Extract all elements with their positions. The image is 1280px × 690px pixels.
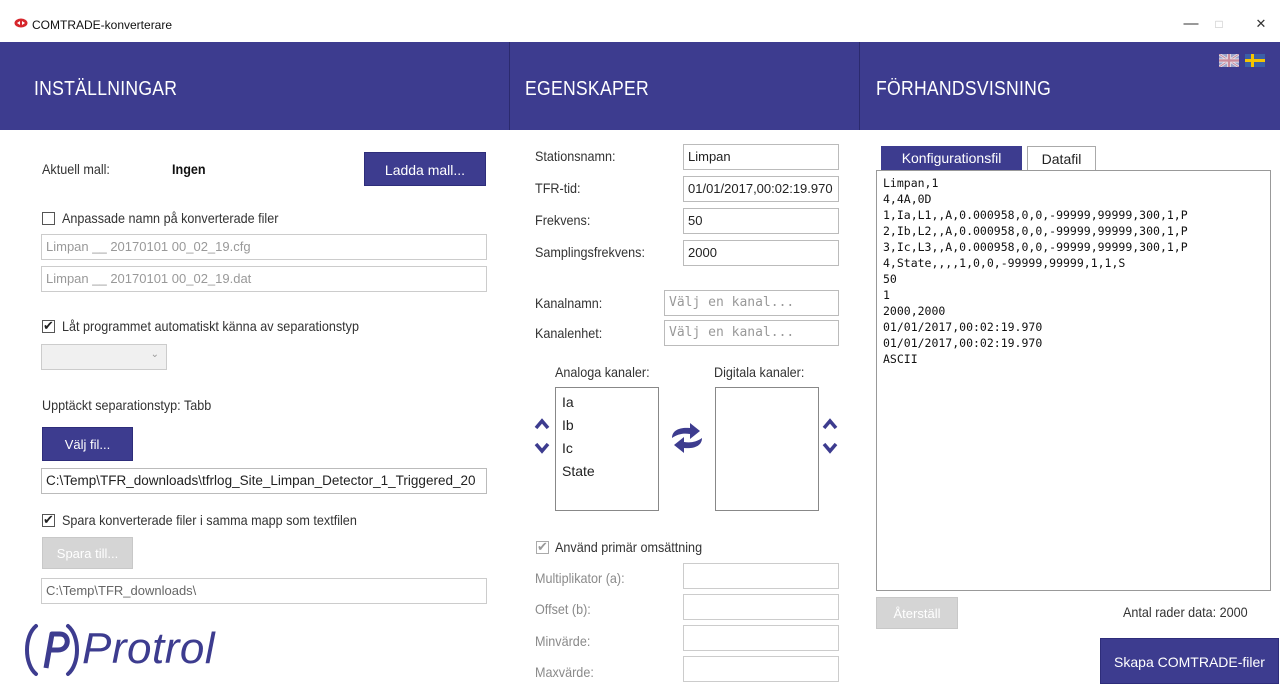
list-item[interactable]: Ic <box>556 437 658 460</box>
load-template-button[interactable]: Ladda mall... <box>364 152 486 186</box>
max-value-label: Maxvärde: <box>535 664 594 680</box>
preview-line: 01/01/2017,00:02:19.970 <box>883 336 1043 350</box>
frequency-field[interactable]: 50 <box>683 208 839 234</box>
sampling-field[interactable]: 2000 <box>683 240 839 266</box>
analog-move-down-icon[interactable] <box>534 442 550 454</box>
reset-button[interactable]: Återställ <box>876 597 958 629</box>
divider <box>859 42 860 130</box>
custom-names-label: Anpassade namn på konverterade filer <box>62 210 279 226</box>
preview-line: 1,Ia,L1,,A,0.000958,0,0,-99999,99999,300… <box>883 208 1188 222</box>
preview-line: 4,4A,0D <box>883 192 932 206</box>
frequency-label: Frekvens: <box>535 212 591 228</box>
protrol-logo: Protrol <box>22 622 252 678</box>
use-primary-checkbox[interactable] <box>536 539 549 555</box>
station-name-field[interactable]: Limpan <box>683 144 839 170</box>
save-to-button[interactable]: Spara till... <box>42 537 133 569</box>
min-value-label: Minvärde: <box>535 633 591 649</box>
settings-heading: INSTÄLLNINGAR <box>34 78 178 100</box>
maximize-button[interactable]: □ <box>1204 12 1234 36</box>
create-comtrade-button[interactable]: Skapa COMTRADE-filer <box>1100 638 1279 684</box>
save-same-folder-checkbox[interactable] <box>42 512 55 528</box>
preview-line: 01/01/2017,00:02:19.970 <box>883 320 1043 334</box>
tab-data-file[interactable]: Datafil <box>1027 146 1096 170</box>
divider <box>509 42 510 130</box>
digital-channels-label: Digitala kanaler: <box>714 364 805 380</box>
save-same-folder-label: Spara konverterade filer i samma mapp so… <box>62 512 357 528</box>
analog-move-up-icon[interactable] <box>534 418 550 430</box>
channel-name-label: Kanalnamn: <box>535 295 603 311</box>
preview-line: 2000,2000 <box>883 304 946 318</box>
list-item[interactable]: Ib <box>556 414 658 437</box>
properties-heading: EGENSKAPER <box>525 78 649 100</box>
digital-move-up-icon[interactable] <box>822 418 838 430</box>
title-bar: COMTRADE-konverterare — □ ✕ <box>0 0 1280 42</box>
chevron-down-icon: ⌄ <box>150 349 159 360</box>
config-preview[interactable]: Limpan,1 4,4A,0D 1,Ia,L1,,A,0.000958,0,0… <box>876 170 1271 591</box>
swedish-flag-icon[interactable] <box>1245 54 1265 67</box>
tab-config-file[interactable]: Konfigurationsfil <box>881 146 1022 170</box>
auto-detect-label: Låt programmet automatiskt känna av sepa… <box>62 318 359 334</box>
tfr-time-field[interactable]: 01/01/2017,00:02:19.970 <box>683 176 839 202</box>
preview-line: 1 <box>883 288 890 302</box>
minimize-button[interactable]: — <box>1176 12 1206 36</box>
row-count-label: Antal rader data: 2000 <box>1123 604 1248 620</box>
analog-channels-label: Analoga kanaler: <box>555 364 650 380</box>
digital-move-down-icon[interactable] <box>822 442 838 454</box>
dat-filename-field[interactable]: Limpan __ 20170101 00_02_19.dat <box>41 266 487 292</box>
custom-names-checkbox[interactable] <box>42 212 55 225</box>
close-button[interactable]: ✕ <box>1246 12 1276 36</box>
use-primary-label: Använd primär omsättning <box>555 539 703 555</box>
protrol-logo-icon <box>25 624 79 676</box>
preview-line: 4,State,,,,1,0,0,-99999,99999,1,1,S <box>883 256 1126 270</box>
preview-line: Limpan,1 <box>883 176 939 190</box>
channel-unit-label: Kanalenhet: <box>535 325 603 341</box>
preview-line: 3,Ic,L3,,A,0.000958,0,0,-99999,99999,300… <box>883 240 1188 254</box>
tfr-time-label: TFR-tid: <box>535 180 581 196</box>
multiplier-field[interactable] <box>683 563 839 589</box>
preview-heading: FÖRHANDSVISNING <box>876 78 1052 100</box>
swap-channels-icon[interactable] <box>668 422 706 454</box>
preview-line: 50 <box>883 272 897 286</box>
multiplier-label: Multiplikator (a): <box>535 570 625 586</box>
brand-name: Protrol <box>82 624 216 673</box>
preview-line: 2,Ib,L2,,A,0.000958,0,0,-99999,99999,300… <box>883 224 1188 238</box>
separator-select[interactable]: ⌄ <box>41 344 167 370</box>
current-template-value: Ingen <box>172 161 206 177</box>
station-name-label: Stationsnamn: <box>535 148 616 164</box>
sampling-label: Samplingsfrekvens: <box>535 244 645 260</box>
section-banner: INSTÄLLNINGAR EGENSKAPER FÖRHANDSVISNING <box>0 42 1280 130</box>
auto-detect-checkbox[interactable] <box>42 318 55 334</box>
current-template-label: Aktuell mall: <box>42 161 110 177</box>
save-path-field[interactable]: C:\Temp\TFR_downloads\ <box>41 578 487 604</box>
cfg-filename-field[interactable]: Limpan __ 20170101 00_02_19.cfg <box>41 234 487 260</box>
digital-channels-list[interactable] <box>715 387 819 511</box>
list-item[interactable]: Ia <box>556 391 658 414</box>
app-logo-icon <box>14 18 28 28</box>
offset-field[interactable] <box>683 594 839 620</box>
detected-separator-label: Upptäckt separationstyp: Tabb <box>42 397 212 413</box>
window-title: COMTRADE-konverterare <box>32 18 173 32</box>
offset-label: Offset (b): <box>535 601 591 617</box>
channel-unit-field[interactable]: Välj en kanal... <box>664 320 839 346</box>
file-path-field[interactable]: C:\Temp\TFR_downloads\tfrlog_Site_Limpan… <box>41 468 487 494</box>
channel-name-field[interactable]: Välj en kanal... <box>664 290 839 316</box>
max-value-field[interactable] <box>683 656 839 682</box>
english-flag-icon[interactable] <box>1219 54 1239 67</box>
min-value-field[interactable] <box>683 625 839 651</box>
choose-file-button[interactable]: Välj fil... <box>42 427 133 461</box>
preview-line: ASCII <box>883 352 918 366</box>
list-item[interactable]: State <box>556 460 658 483</box>
analog-channels-list[interactable]: Ia Ib Ic State <box>555 387 659 511</box>
